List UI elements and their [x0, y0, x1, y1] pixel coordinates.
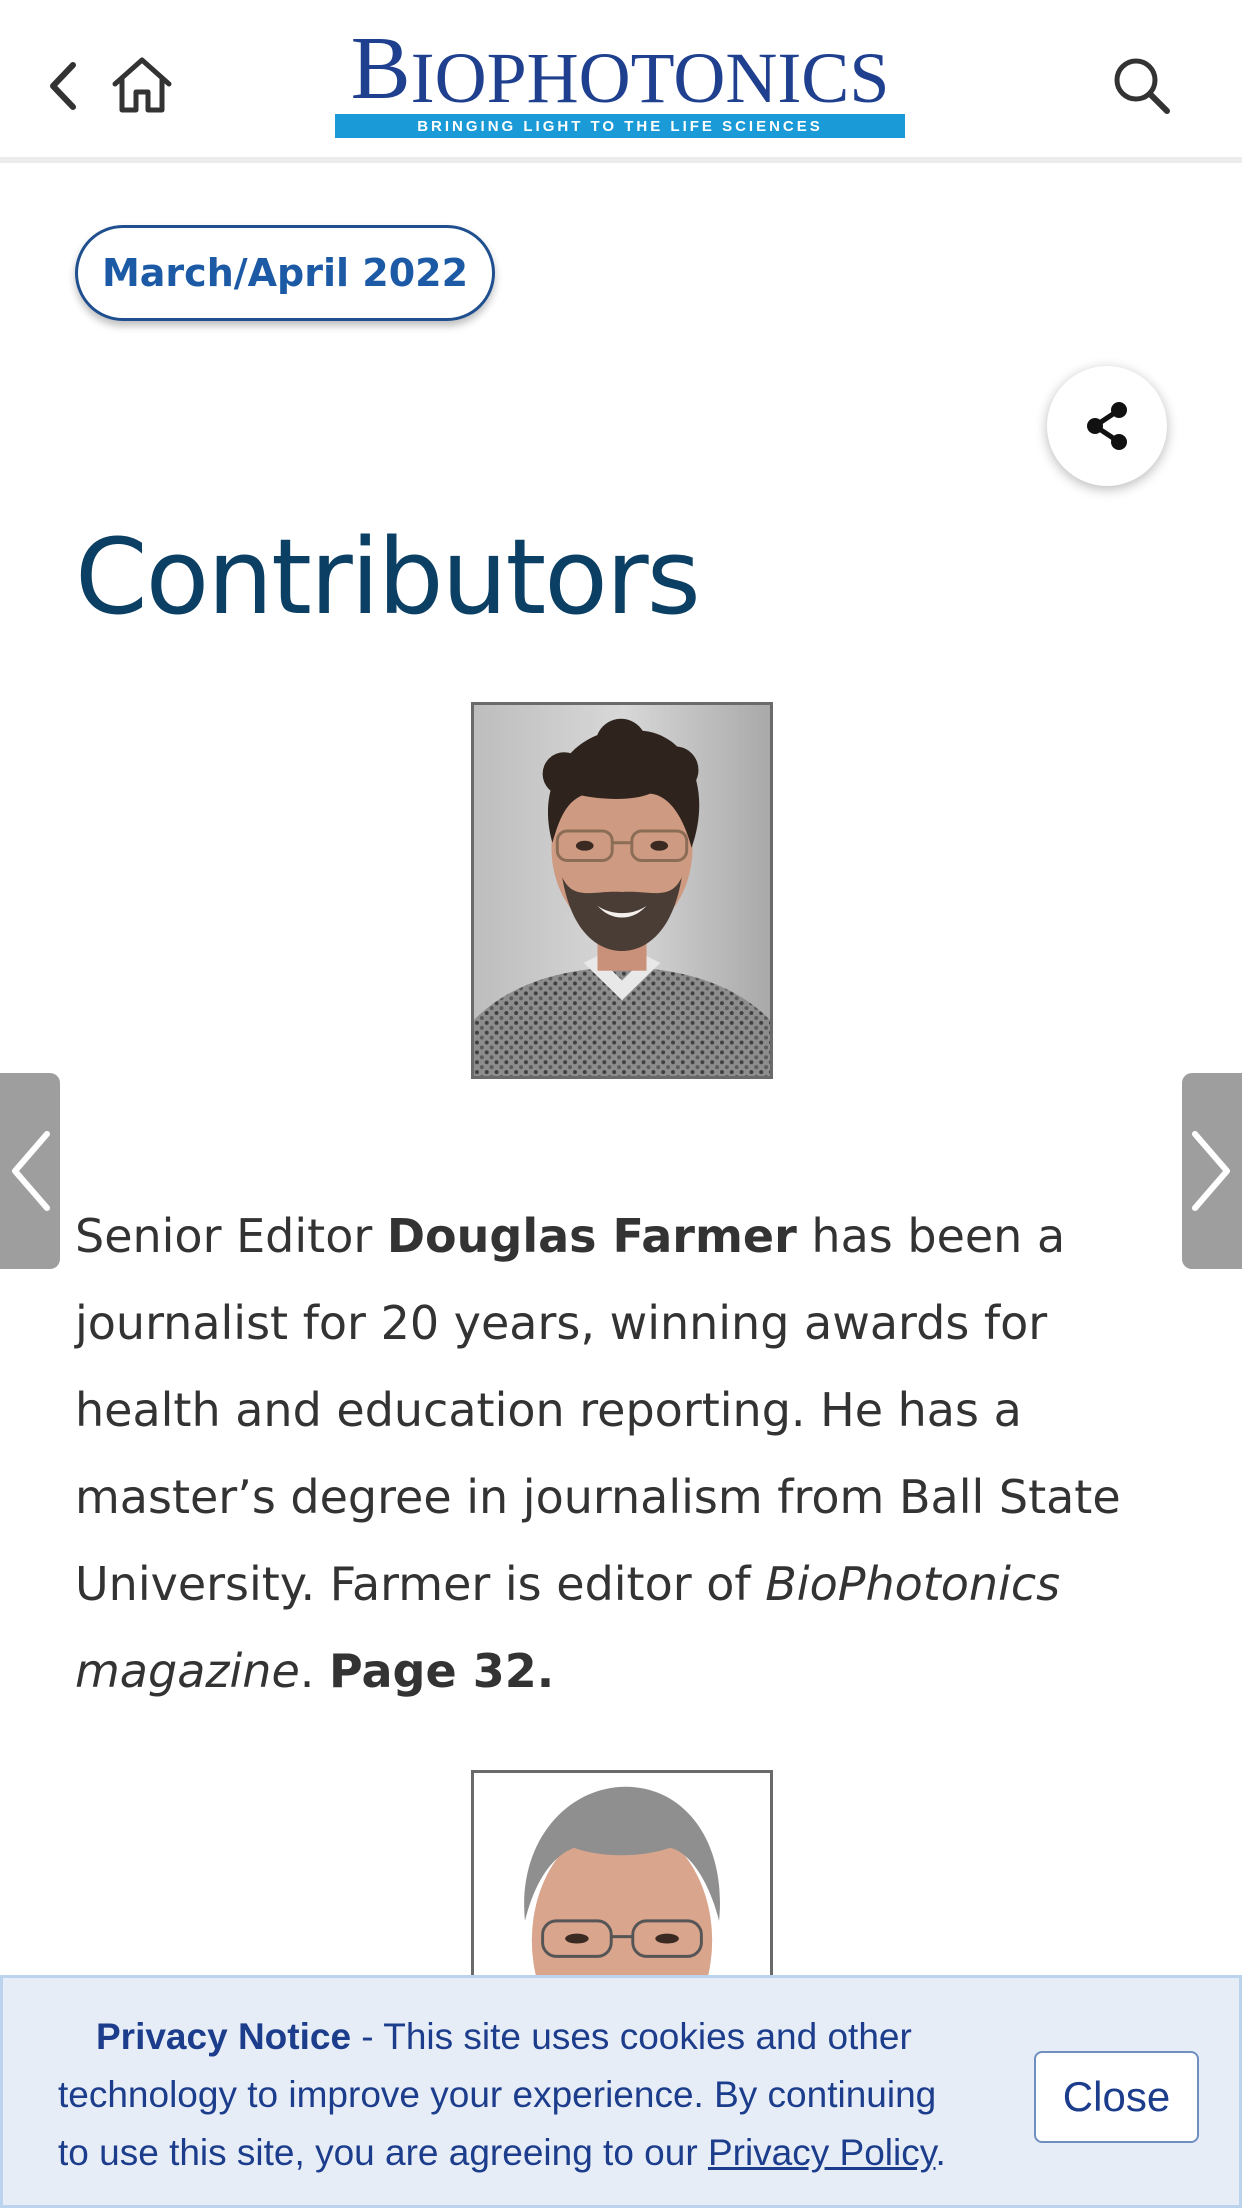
share-icon [1087, 402, 1127, 450]
biophotonics-logo[interactable]: B IOPHOTONICS BRINGING LIGHT TO THE LIFE … [335, 24, 905, 138]
search-icon [1114, 58, 1170, 114]
bio-text: has been a [796, 1209, 1066, 1263]
chevron-left-icon [12, 1131, 50, 1211]
chevron-left-icon [50, 62, 76, 110]
privacy-line: technology to improve your experience. B… [58, 2074, 937, 2115]
publication-name: magazine [75, 1644, 300, 1698]
bio-text: University. Farmer is editor of [75, 1557, 766, 1611]
publication-name: BioPhotonics [765, 1557, 1061, 1611]
privacy-text: - This site uses cookies and other [351, 2016, 912, 2057]
share-button[interactable] [1047, 366, 1167, 486]
contributor-bio: Senior Editor Douglas Farmer has been a … [75, 1193, 1175, 1715]
contributor-name: Douglas Farmer [386, 1209, 797, 1263]
issue-badge[interactable]: March/April 2022 [75, 225, 495, 321]
next-article-button[interactable] [1182, 1073, 1242, 1269]
privacy-line: Privacy Notice - This site uses cookies … [58, 2008, 1008, 2066]
privacy-notice-text: Privacy Notice - This site uses cookies … [58, 2008, 1008, 2182]
page-title: Contributors [75, 516, 701, 638]
privacy-notice-banner: Privacy Notice - This site uses cookies … [0, 1975, 1242, 2208]
bio-text: . [299, 1644, 330, 1698]
logo-initial: B [350, 19, 411, 118]
privacy-title: Privacy Notice [96, 2016, 352, 2057]
back-button[interactable] [38, 56, 86, 116]
bio-line: University. Farmer is editor of BioPhoto… [75, 1541, 1175, 1628]
privacy-text: to use this site, you are agreeing to ou… [58, 2132, 708, 2173]
bio-line: magazine. Page 32. [75, 1628, 1175, 1715]
chevron-right-icon [1192, 1131, 1230, 1211]
bio-line: journalist for 20 years, winning awards … [75, 1296, 1048, 1350]
privacy-text: . [935, 2132, 946, 2173]
home-button[interactable] [108, 52, 176, 118]
close-button[interactable]: Close [1034, 2051, 1199, 2143]
logo-wordmark: B IOPHOTONICS [335, 24, 905, 118]
home-icon [112, 57, 172, 113]
contributor-photo [471, 702, 773, 1079]
bio-text: Senior Editor [75, 1209, 387, 1263]
bio-line: master’s degree in journalism from Ball … [75, 1470, 1121, 1524]
privacy-line: to use this site, you are agreeing to ou… [58, 2124, 1008, 2182]
page-reference: Page 32. [329, 1644, 555, 1698]
search-button[interactable] [1108, 52, 1174, 118]
privacy-policy-link[interactable]: Privacy Policy [708, 2132, 936, 2173]
portrait-illustration [474, 705, 770, 1076]
logo-rest: IOPHOTONICS [410, 38, 890, 118]
bio-line: health and education reporting. He has a [75, 1383, 1022, 1437]
bio-line: Senior Editor Douglas Farmer has been a [75, 1193, 1175, 1280]
previous-article-button[interactable] [0, 1073, 60, 1269]
logo-tagline: BRINGING LIGHT TO THE LIFE SCIENCES [335, 114, 905, 138]
top-header: B IOPHOTONICS BRINGING LIGHT TO THE LIFE … [0, 0, 1242, 163]
